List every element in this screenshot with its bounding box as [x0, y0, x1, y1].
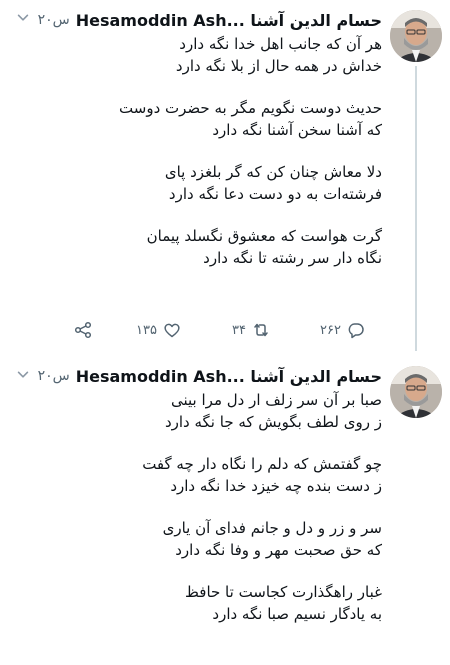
retweet-button[interactable]: ۳۴ [232, 319, 270, 341]
share-icon [74, 321, 92, 339]
retweet-count: ۳۴ [232, 322, 246, 338]
verse-line: غبار راهگذارت کجاست تا حافظ [185, 583, 382, 601]
avatar[interactable] [390, 10, 442, 62]
retweet-icon [254, 323, 268, 337]
reply-count: ۲۶۲ [320, 322, 341, 338]
stanza: چو گفتمش که دلم را نگاه دار چه گفت ز دست… [42, 454, 382, 497]
author-name[interactable]: Hesamoddin Ash... حسام الدین آشنا [76, 367, 382, 386]
tweet-text: هر آن که جانب اهل خدا نگه دارد خداش در ه… [42, 34, 382, 290]
reply-icon [348, 323, 364, 339]
stanza: هر آن که جانب اهل خدا نگه دارد خداش در ه… [42, 34, 382, 77]
chevron-down-icon[interactable] [14, 366, 32, 384]
like-count: ۱۳۵ [136, 322, 157, 338]
chevron-down-icon[interactable] [14, 9, 32, 27]
verse-line: ز دست بنده چه خیزد خدا نگه دارد [170, 476, 382, 495]
avatar[interactable] [390, 366, 442, 418]
stanza: غبار راهگذارت کجاست تا حافظ به یادگار نس… [42, 582, 382, 625]
stanza: گرت هواست که معشوق نگسلد پیمان نگاه دار … [42, 226, 382, 269]
tweet-header: ۲۰س Hesamoddin Ash... حسام الدین آشنا [38, 10, 382, 30]
verse-line: سر و زر و دل و جانم فدای آن یاری [162, 519, 382, 537]
heart-icon [164, 323, 180, 338]
tweet[interactable]: ۲۰س Hesamoddin Ash... حسام الدین آشنا هر… [0, 0, 450, 351]
tweet-actions: ۱۳۵ ۳۴ ۲۶۲ [70, 319, 370, 341]
timestamp[interactable]: ۲۰س [38, 368, 70, 384]
verse-line: نگاه دار سر رشته تا نگه دارد [203, 248, 382, 267]
share-button[interactable] [74, 319, 92, 341]
author-name[interactable]: Hesamoddin Ash... حسام الدین آشنا [76, 11, 382, 30]
thread-line [415, 66, 417, 351]
verse-line: صبا بر آن سر زلف ار دل مرا بینی [171, 391, 382, 409]
verse-line: خداش در همه حال از بلا نگه دارد [175, 56, 382, 75]
stanza: سر و زر و دل و جانم فدای آن یاری که حق ص… [42, 518, 382, 561]
stanza: حدیث دوست نگویم مگر به حضرت دوست که آشنا… [42, 98, 382, 141]
timestamp[interactable]: ۲۰س [38, 12, 70, 28]
avatar-photo [390, 10, 442, 62]
tweet-text: صبا بر آن سر زلف ار دل مرا بینی ز روی لط… [42, 390, 382, 646]
verse-line: به یادگار نسیم صبا نگه دارد [212, 604, 382, 623]
stanza: صبا بر آن سر زلف ار دل مرا بینی ز روی لط… [42, 390, 382, 433]
avatar-photo [390, 366, 442, 418]
verse-line: گرت هواست که معشوق نگسلد پیمان [146, 227, 382, 245]
stanza: دلا معاش چنان کن که گر بلغزد پای فرشته‌ا… [42, 162, 382, 205]
verse-line: دلا معاش چنان کن که گر بلغزد پای [164, 163, 382, 181]
verse-line: چو گفتمش که دلم را نگاه دار چه گفت [142, 455, 382, 473]
verse-line: هر آن که جانب اهل خدا نگه دارد [179, 35, 382, 53]
verse-line: حدیث دوست نگویم مگر به حضرت دوست [119, 99, 382, 117]
like-button[interactable]: ۱۳۵ [136, 319, 181, 341]
reply-button[interactable]: ۲۶۲ [320, 319, 365, 341]
verse-line: ز روی لطف بگویش که جا نگه دارد [164, 412, 382, 431]
tweet-header: ۲۰س Hesamoddin Ash... حسام الدین آشنا [38, 366, 382, 386]
verse-line: که حق صحبت مهر و وفا نگه دارد [175, 540, 382, 559]
verse-line: فرشته‌ات به دو دست دعا نگه دارد [168, 184, 382, 203]
verse-line: که آشنا سخن آشنا نگه دارد [212, 120, 382, 139]
